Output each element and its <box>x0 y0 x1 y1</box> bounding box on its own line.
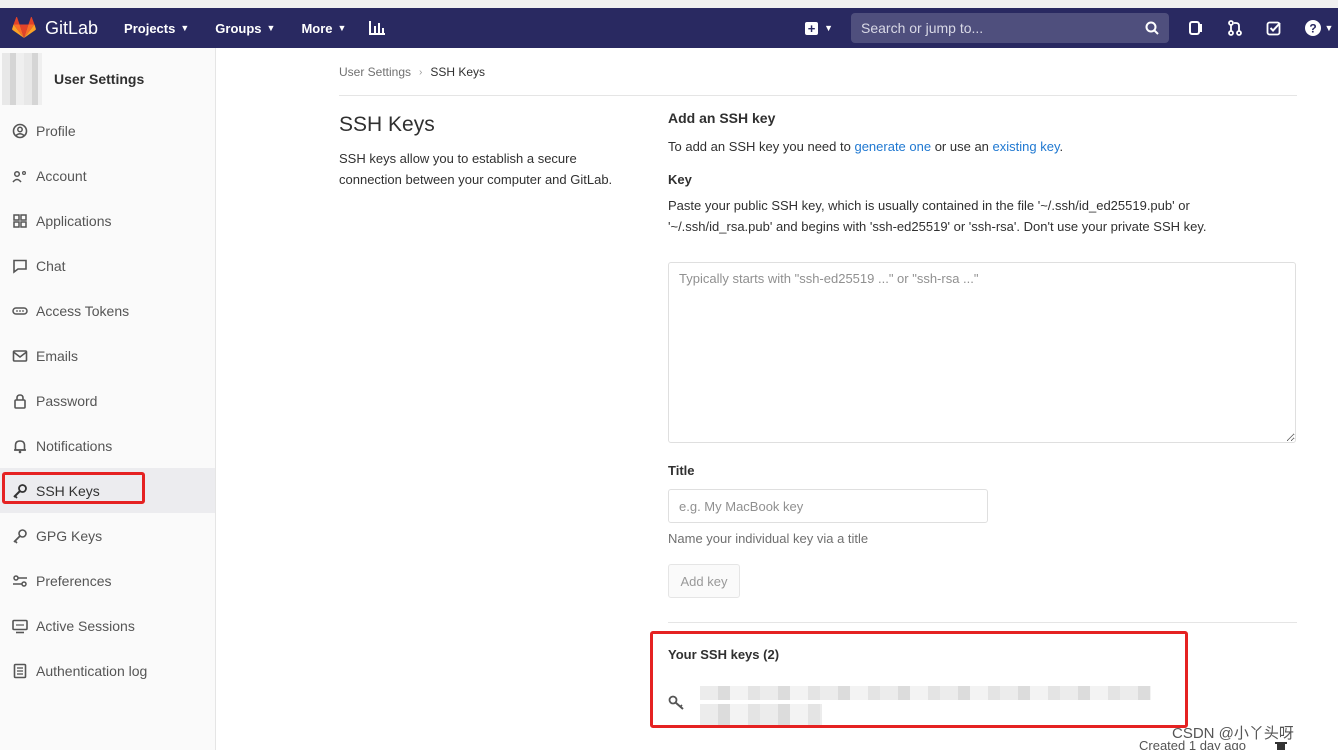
chevron-down-icon: ▼ <box>824 23 833 33</box>
chevron-down-icon: ▼ <box>180 23 190 33</box>
key-icon <box>13 528 27 544</box>
help-dropdown[interactable]: ? ▼ <box>1304 19 1334 37</box>
nav-more[interactable]: More ▼ <box>301 21 346 36</box>
watermark: CSDN @小丫头呀 <box>1172 725 1294 742</box>
sidebar-item-label: Access Tokens <box>36 302 130 319</box>
preferences-icon <box>13 574 27 587</box>
title-label: Title <box>668 463 695 478</box>
existing-key-link[interactable]: existing key <box>993 139 1060 154</box>
top-navbar: GitLab Projects ▼ Groups ▼ More ▼ + ▼ Searc… <box>0 8 1338 48</box>
key-help-text: Paste your public SSH key, which is usua… <box>668 198 1207 234</box>
nav-projects[interactable]: Projects ▼ <box>124 21 189 36</box>
generate-one-link[interactable]: generate one <box>854 139 931 154</box>
instructions-text: or use an <box>931 139 993 154</box>
account-icon <box>12 170 26 182</box>
profile-icon <box>12 123 28 138</box>
breadcrumb-current[interactable]: SSH Keys <box>430 65 485 79</box>
search-placeholder: Search or jump to... <box>861 20 984 36</box>
new-item-dropdown[interactable]: + ▼ <box>805 21 833 35</box>
app-name: GitLab <box>45 17 99 38</box>
instructions-text: To add an SSH key you need to <box>668 139 855 154</box>
add-key-heading: Add an SSH key <box>668 110 776 126</box>
instructions-text: . <box>1059 139 1064 154</box>
highlight-annotation <box>2 472 145 504</box>
chevron-down-icon: ▼ <box>337 23 347 33</box>
merge-requests-icon[interactable] <box>1226 19 1244 37</box>
trash-icon[interactable] <box>1275 742 1287 750</box>
sidebar-item-notifications[interactable]: Notifications <box>0 423 215 468</box>
add-key-button[interactable]: Add key <box>668 564 740 598</box>
token-icon <box>12 306 28 315</box>
sidebar-item-gpg-keys[interactable]: GPG Keys <box>0 513 215 558</box>
add-key-instructions: To add an SSH key you need to generate o… <box>668 136 1296 157</box>
sidebar-item-label: Password <box>36 392 98 409</box>
sidebar-item-label: GPG Keys <box>36 527 103 544</box>
applications-icon <box>13 213 27 228</box>
sidebar-item-access-tokens[interactable]: Access Tokens <box>0 288 215 333</box>
sidebar-item-applications[interactable]: Applications <box>0 198 215 243</box>
monitor-icon <box>12 619 28 633</box>
chat-icon <box>13 259 27 274</box>
issues-icon[interactable] <box>1187 19 1205 37</box>
help-icon: ? <box>1304 20 1321 36</box>
gitlab-logo[interactable]: GitLab <box>12 17 98 39</box>
sidebar-item-label: Applications <box>36 212 112 229</box>
breadcrumb-parent[interactable]: User Settings <box>339 65 411 79</box>
nav-more-label: More <box>301 20 333 36</box>
add-ssh-key-form: Add an SSH key To add an SSH key you nee… <box>668 110 1296 237</box>
sidebar-item-label: Authentication log <box>36 662 148 679</box>
section-divider <box>668 622 1297 623</box>
sidebar-item-active-sessions[interactable]: Active Sessions <box>0 603 215 648</box>
page-description: SSH keys allow you to establish a secure… <box>339 151 613 187</box>
activity-chart-icon[interactable] <box>368 20 386 36</box>
page-title: SSH Keys <box>339 113 435 136</box>
sidebar-item-profile[interactable]: Profile <box>0 108 215 153</box>
key-label: Key <box>668 172 692 187</box>
sidebar-item-authentication-log[interactable]: Authentication log <box>0 648 215 693</box>
sidebar-item-password[interactable]: Password <box>0 378 215 423</box>
gitlab-tanuki-icon <box>12 17 36 38</box>
sidebar-item-label: Preferences <box>36 572 112 589</box>
avatar <box>2 53 42 105</box>
todos-icon[interactable] <box>1265 19 1283 37</box>
sidebar-header[interactable]: User Settings <box>0 48 215 110</box>
svg-text:?: ? <box>1309 22 1316 36</box>
settings-sidebar: User Settings Profile Account Applicatio… <box>0 48 216 750</box>
title-input[interactable] <box>668 489 988 523</box>
chevron-down-icon: ▼ <box>1324 23 1334 33</box>
sidebar-item-preferences[interactable]: Preferences <box>0 558 215 603</box>
chevron-down-icon: ▼ <box>266 23 276 33</box>
title-help-text: Name your individual key via a title <box>668 531 869 546</box>
bell-icon <box>14 439 26 453</box>
nav-groups-label: Groups <box>215 20 262 36</box>
sidebar-item-account[interactable]: Account <box>0 153 215 198</box>
sidebar-item-emails[interactable]: Emails <box>0 333 215 378</box>
browser-top-strip <box>0 0 1338 8</box>
search-icon <box>1145 21 1159 35</box>
sidebar-item-label: Notifications <box>36 437 113 454</box>
email-icon <box>12 349 28 362</box>
lock-icon <box>14 393 26 409</box>
sidebar-item-label: Active Sessions <box>36 617 135 634</box>
nav-groups[interactable]: Groups ▼ <box>215 21 275 36</box>
chevron-right-icon: › <box>419 66 423 78</box>
log-icon <box>13 663 27 678</box>
nav-projects-label: Projects <box>124 20 176 36</box>
key-textarea[interactable] <box>668 262 1296 443</box>
header-divider <box>339 95 1297 96</box>
sidebar-item-label: Chat <box>36 257 66 274</box>
sidebar-title: User Settings <box>54 71 145 87</box>
plus-icon: + <box>805 21 819 35</box>
sidebar-item-label: Account <box>36 167 87 184</box>
highlight-annotation <box>650 631 1188 728</box>
breadcrumb: User Settings › SSH Keys <box>339 65 485 79</box>
sidebar-item-label: Profile <box>36 122 76 139</box>
sidebar-item-label: Emails <box>36 347 79 364</box>
search-input[interactable]: Search or jump to... <box>851 13 1169 43</box>
sidebar-item-chat[interactable]: Chat <box>0 243 215 288</box>
